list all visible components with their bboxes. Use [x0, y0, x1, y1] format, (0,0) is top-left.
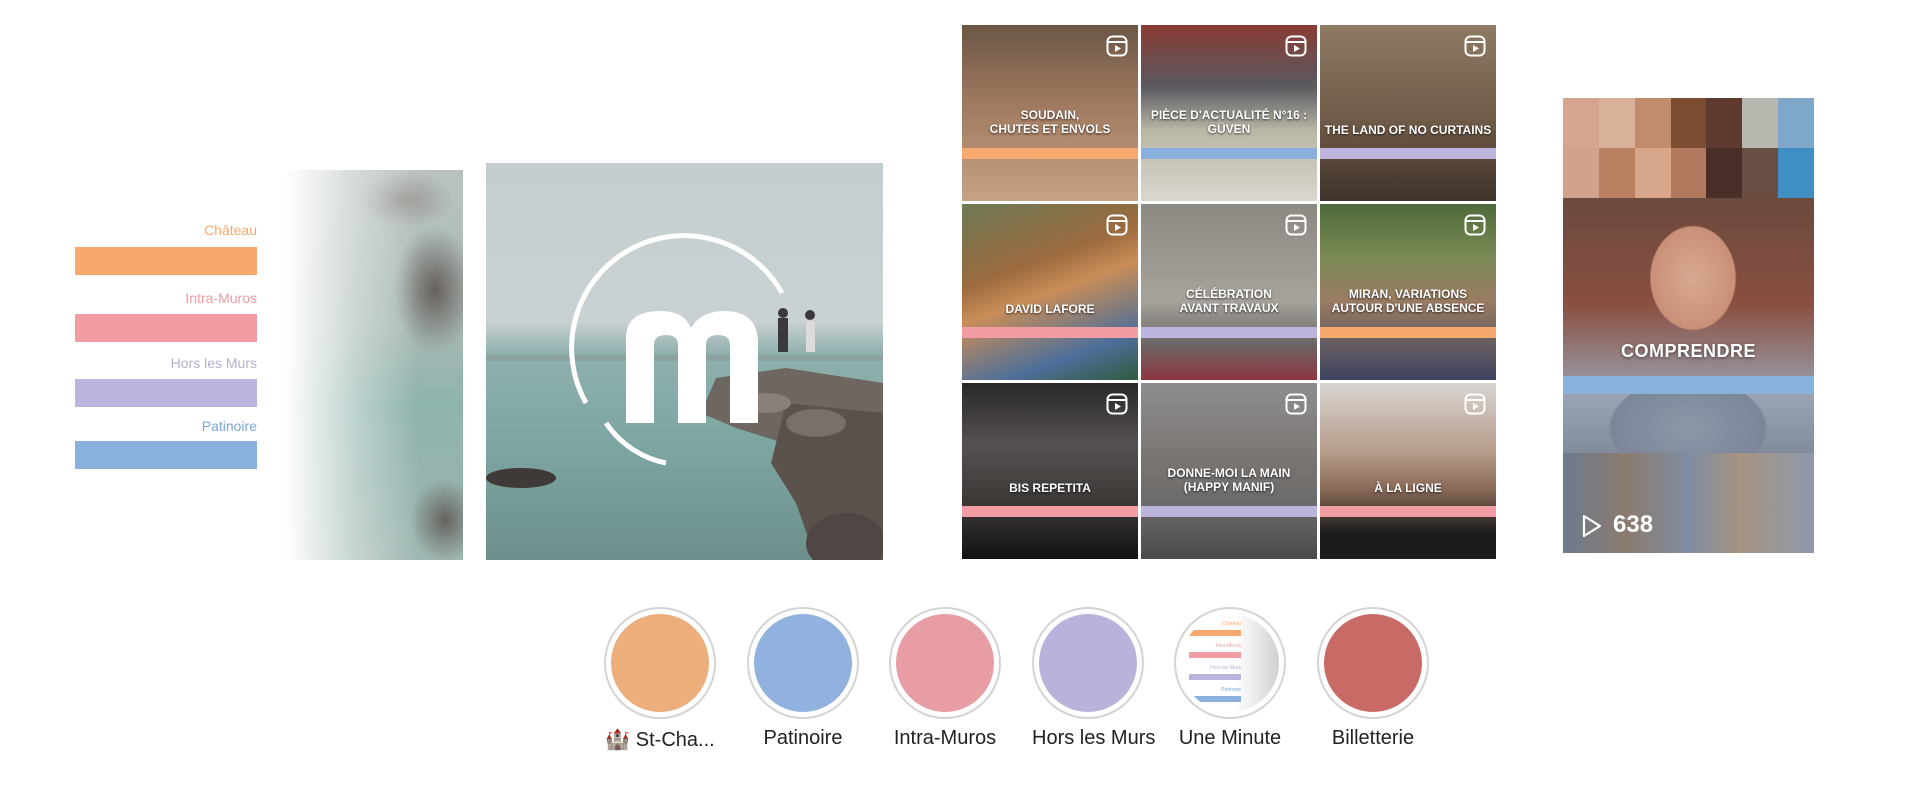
mini-legend-label: Hors les Murs — [1210, 665, 1241, 671]
reel-title: DAVID LAFORE — [1005, 302, 1095, 316]
legend-label-hors-les-murs: Hors les Murs — [170, 355, 257, 371]
highlight-cover — [754, 614, 852, 712]
reels-grid: SOUDAIN, CHUTES ET ENVOLS PIÈCE D'ACTUAL… — [962, 25, 1497, 560]
highlight-label: Billetterie — [1331, 727, 1415, 749]
legend-bar-chateau — [75, 247, 257, 275]
legend-label-intra-muros: Intra-Muros — [185, 290, 257, 306]
mini-legend-label: Intra-Muros — [1215, 643, 1241, 649]
story-preview[interactable]: COMPRENDRE 638 — [1563, 98, 1814, 553]
reel-icon — [1285, 393, 1307, 415]
legend-label-chateau: Château — [204, 222, 257, 238]
reel-icon — [1464, 214, 1486, 236]
reel-title: BIS REPETITA — [1009, 481, 1091, 495]
blurred-pixel-area — [1563, 453, 1814, 553]
highlight-ring — [1317, 607, 1429, 719]
category-band — [1320, 148, 1496, 159]
view-count: 638 — [1613, 511, 1654, 538]
reel-icon — [1106, 35, 1128, 57]
faded-photo-strip — [285, 170, 463, 560]
category-band — [962, 327, 1138, 338]
highlight-label: Patinoire — [763, 727, 843, 749]
highlight-cover — [1324, 614, 1422, 712]
reel-tile[interactable]: À LA LIGNE — [1320, 383, 1496, 559]
highlight-ring — [604, 607, 716, 719]
highlight-cover — [896, 614, 994, 712]
highlight-cover — [1039, 614, 1137, 712]
highlight-cover: Château Intra-Muros Hors les Murs Patino… — [1181, 614, 1279, 712]
reel-title: THE LAND OF NO CURTAINS — [1324, 123, 1492, 137]
reel-title: À LA LIGNE — [1374, 481, 1442, 495]
highlight-ring — [889, 607, 1001, 719]
reel-title: PIÈCE D'ACTUALITÉ N°16 : GÜVEN — [1150, 108, 1308, 136]
profile-photo-with-logo[interactable] — [486, 163, 883, 560]
highlight-st-chateau[interactable]: 🏰 St-Cha... — [604, 607, 716, 752]
landscape-illustration — [486, 233, 883, 560]
highlight-hors-les-murs[interactable]: Hors les Murs — [1032, 607, 1156, 750]
highlight-billetterie[interactable]: Billetterie — [1317, 607, 1429, 750]
reel-tile[interactable]: PIÈCE D'ACTUALITÉ N°16 : GÜVEN — [1141, 25, 1317, 201]
reel-tile[interactable]: BIS REPETITA — [962, 383, 1138, 559]
reel-title: SOUDAIN, CHUTES ET ENVOLS — [989, 108, 1111, 136]
reel-tile[interactable]: THE LAND OF NO CURTAINS — [1320, 25, 1496, 201]
reel-icon — [1464, 35, 1486, 57]
mini-legend-line — [1189, 652, 1241, 658]
highlight-une-minute[interactable]: Château Intra-Muros Hors les Murs Patino… — [1174, 607, 1286, 750]
reel-icon — [1464, 393, 1486, 415]
color-legend: Château Intra-Muros Hors les Murs Patino… — [75, 220, 257, 470]
reel-tile[interactable]: DONNE-MOI LA MAIN (HAPPY MANIF) — [1141, 383, 1317, 559]
category-band — [1141, 148, 1317, 159]
legend-bar-hors-les-murs — [75, 379, 257, 407]
reel-icon — [1285, 35, 1307, 57]
story-title: COMPRENDRE — [1620, 341, 1756, 361]
story-photo — [1563, 198, 1814, 463]
highlight-intra-muros[interactable]: Intra-Muros — [889, 607, 1001, 750]
mini-legend-line — [1189, 674, 1241, 680]
blurred-pixel-area — [1563, 148, 1814, 198]
reel-tile[interactable]: DAVID LAFORE — [962, 204, 1138, 380]
highlight-ring — [747, 607, 859, 719]
highlight-patinoire[interactable]: Patinoire — [747, 607, 859, 750]
reel-title: MIRAN, VARIATIONS AUTOUR D'UNE ABSENCE — [1331, 287, 1485, 315]
category-band — [1141, 327, 1317, 338]
highlight-cover — [611, 614, 709, 712]
legend-label-patinoire: Patinoire — [201, 418, 257, 434]
category-band — [1563, 376, 1814, 394]
reel-title: DONNE-MOI LA MAIN (HAPPY MANIF) — [1167, 466, 1291, 494]
category-band — [1320, 506, 1496, 517]
reel-icon — [1285, 214, 1307, 236]
mini-legend-line — [1189, 630, 1241, 636]
highlight-ring — [1032, 607, 1144, 719]
legend-bar-patinoire — [75, 441, 257, 469]
reel-icon — [1106, 214, 1128, 236]
category-band — [1141, 506, 1317, 517]
reel-tile[interactable]: CÉLÉBRATION AVANT TRAVAUX — [1141, 204, 1317, 380]
mini-legend-label: Patinoire — [1221, 687, 1241, 693]
blurred-pixel-area — [1563, 98, 1814, 148]
highlight-label: 🏰 St-Cha... — [605, 729, 715, 751]
category-band — [962, 148, 1138, 159]
highlight-ring: Château Intra-Muros Hors les Murs Patino… — [1174, 607, 1286, 719]
highlight-label: Une Minute — [1178, 727, 1282, 749]
play-icon — [1582, 514, 1602, 538]
reel-title: CÉLÉBRATION AVANT TRAVAUX — [1179, 287, 1279, 315]
legend-bar-intra-muros — [75, 314, 257, 342]
mini-legend-label: Château — [1222, 621, 1241, 627]
highlight-label: Intra-Muros — [893, 727, 997, 749]
reel-tile[interactable]: MIRAN, VARIATIONS AUTOUR D'UNE ABSENCE — [1320, 204, 1496, 380]
reel-tile[interactable]: SOUDAIN, CHUTES ET ENVOLS — [962, 25, 1138, 201]
category-band — [1320, 327, 1496, 338]
reel-icon — [1106, 393, 1128, 415]
mini-legend-line — [1189, 696, 1241, 702]
category-band — [962, 506, 1138, 517]
highlight-label: Hors les Murs — [1032, 727, 1156, 749]
